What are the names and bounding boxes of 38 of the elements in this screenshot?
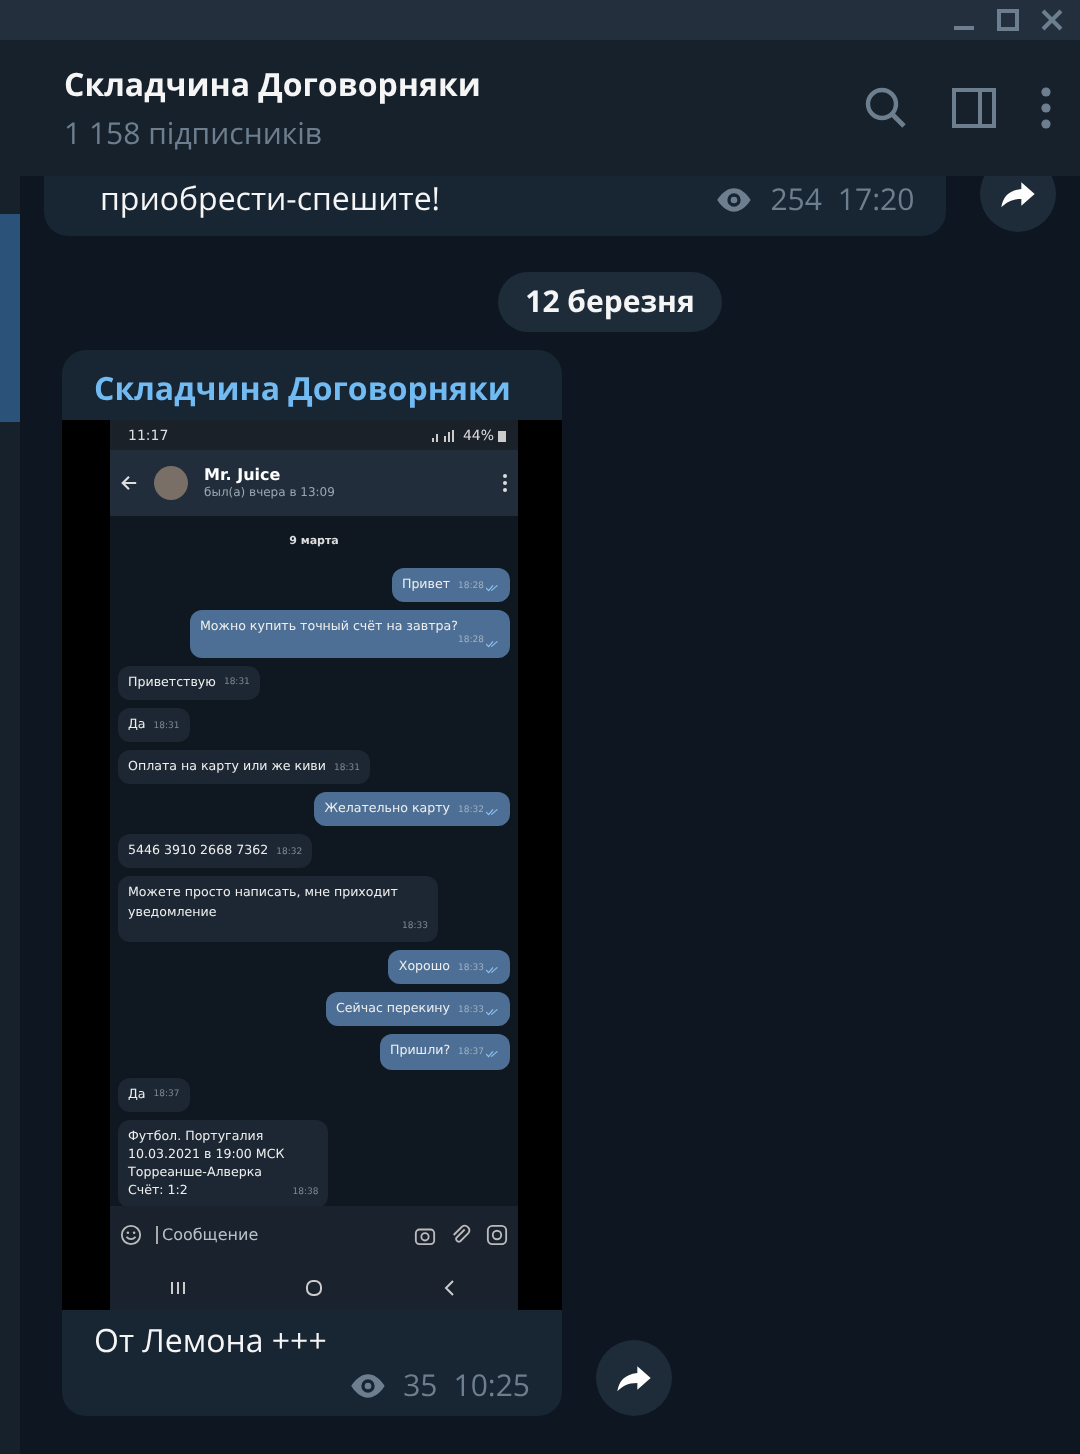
eye-icon (347, 1372, 388, 1400)
double-check-icon (486, 808, 500, 816)
date-badge: 12 березня (497, 272, 723, 332)
camera-icon[interactable] (486, 1224, 508, 1246)
forward-button[interactable] (596, 1340, 672, 1416)
double-check-icon (486, 639, 500, 647)
channel-title: Складчина Договорняки (64, 62, 483, 106)
sidebar-toggle-button[interactable] (952, 88, 996, 128)
eye-icon (714, 186, 755, 214)
close-icon[interactable] (1040, 8, 1064, 32)
message-text: приобрести-спешите! (100, 176, 441, 220)
double-check-icon (486, 1008, 500, 1017)
message-time: 17:20 (837, 180, 915, 220)
maximize-icon[interactable] (996, 8, 1020, 32)
double-check-icon (486, 583, 500, 592)
message-time: 10:25 (453, 1366, 530, 1406)
back-arrow-icon[interactable] (120, 474, 138, 492)
emoji-icon[interactable] (120, 1224, 142, 1246)
camera-icon[interactable] (414, 1224, 436, 1246)
more-icon[interactable] (502, 474, 508, 492)
avatar (154, 466, 188, 500)
paperclip-icon[interactable] (450, 1224, 472, 1246)
double-check-icon (486, 1050, 500, 1059)
home-icon[interactable] (304, 1277, 324, 1297)
forward-button[interactable] (980, 176, 1056, 232)
author-name: Складчина Договорняки (92, 364, 513, 414)
more-button[interactable] (1040, 86, 1052, 130)
message-field[interactable]: Сообщение (156, 1226, 400, 1244)
double-check-icon (486, 966, 500, 975)
subscriber-count: 1 158 підписників (64, 114, 325, 154)
recent-apps-icon[interactable] (168, 1277, 188, 1297)
search-button[interactable] (864, 86, 908, 130)
message-text: От Лемона +++ (92, 1316, 329, 1362)
view-count: 35 (403, 1366, 438, 1406)
back-icon[interactable] (440, 1277, 460, 1297)
view-count: 254 (770, 180, 822, 220)
contact-name: Mr. Juice (204, 466, 283, 484)
signal-icon (430, 429, 459, 441)
